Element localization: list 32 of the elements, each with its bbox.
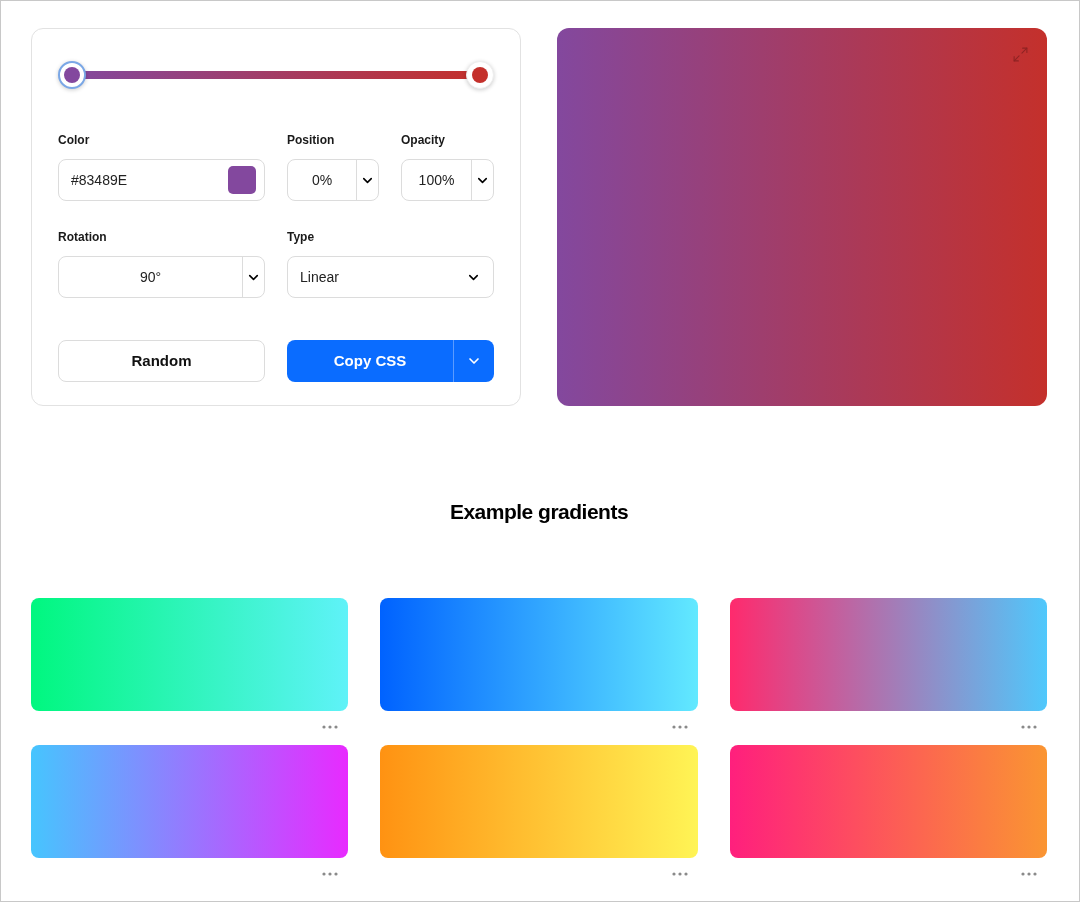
random-button[interactable]: Random: [58, 340, 265, 382]
position-label: Position: [287, 132, 336, 149]
field-value: 0%: [310, 170, 334, 190]
more-icon: [671, 724, 688, 729]
gradient-swatch[interactable]: [380, 744, 698, 858]
more-icon: [322, 724, 339, 729]
type-label: Type: [287, 229, 316, 246]
rotation-label: Rotation: [58, 229, 108, 246]
type-dropdown[interactable]: Linear: [287, 256, 494, 298]
field-value: #83489E: [71, 170, 129, 190]
rotation-dropdown[interactable]: 90°: [58, 256, 265, 298]
gradient-swatch[interactable]: [729, 744, 1047, 858]
expand-icon: [1012, 46, 1029, 63]
color-field[interactable]: #83489E: [58, 159, 265, 201]
gradient-swatch[interactable]: [380, 597, 698, 711]
section-heading: Example gradients: [448, 499, 630, 525]
slider-thumb[interactable]: [58, 61, 86, 89]
field-value: 90°: [138, 267, 163, 287]
color-label: Color: [58, 132, 91, 149]
color-swatch[interactable]: [228, 166, 256, 194]
gradient-swatch[interactable]: [729, 597, 1047, 711]
field-value: 100%: [417, 170, 456, 190]
more-icon: [1021, 724, 1037, 729]
more-icon: [671, 871, 688, 876]
field-value: Linear: [300, 267, 340, 287]
opacity-dropdown[interactable]: 100%: [401, 159, 494, 201]
more-icon: [322, 871, 339, 876]
more-icon: [1021, 871, 1037, 876]
gradient-swatch[interactable]: [31, 744, 349, 858]
opacity-label: Opacity: [401, 132, 446, 149]
gradient-swatch[interactable]: [31, 597, 349, 711]
position-dropdown[interactable]: 0%: [287, 159, 379, 201]
